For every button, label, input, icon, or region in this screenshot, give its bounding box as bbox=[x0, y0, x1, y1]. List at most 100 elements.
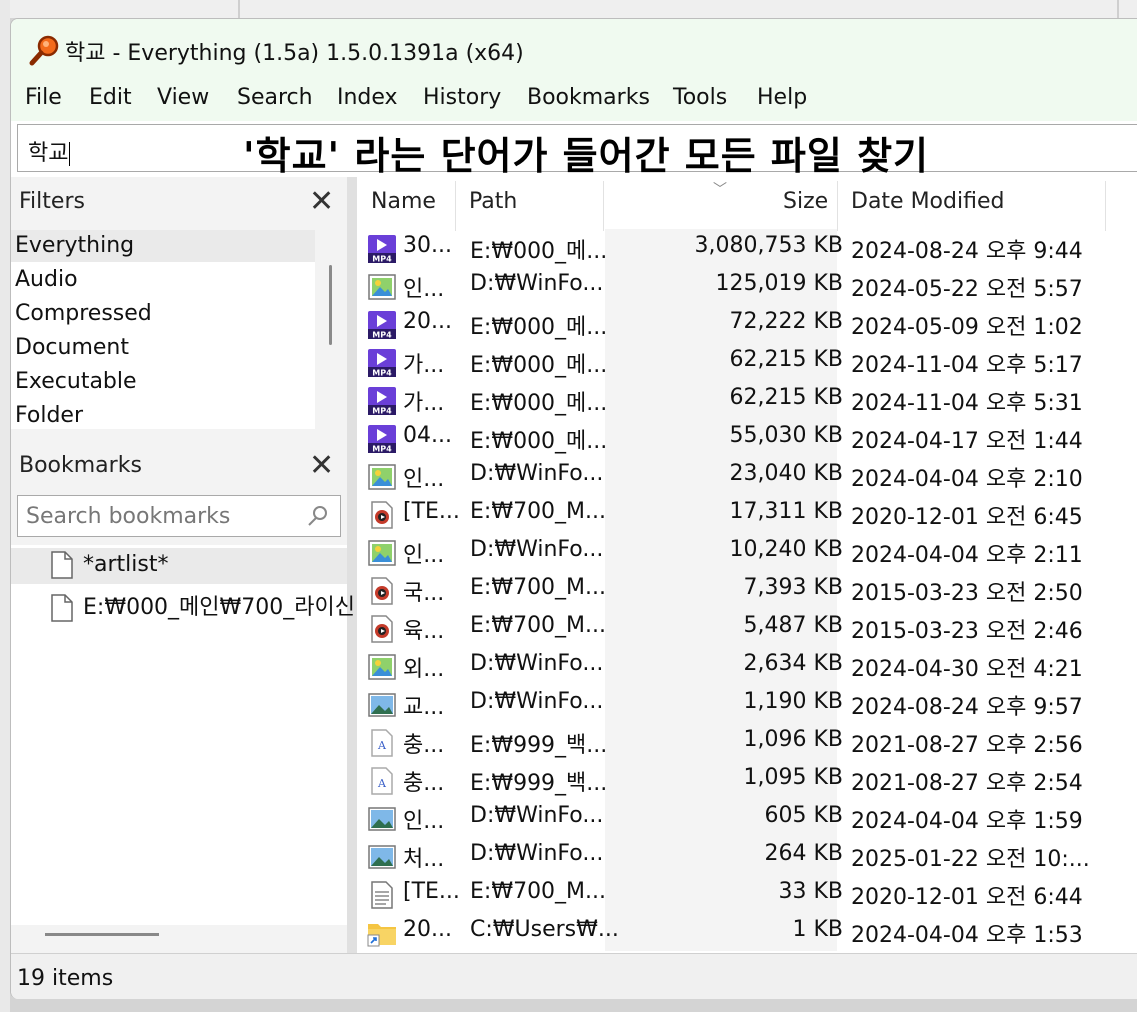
file-size: 17,311 KB bbox=[729, 499, 844, 524]
file-date-modified: 2024-05-22 오전 5:57 bbox=[851, 277, 1083, 302]
file-date-modified: 2021-08-27 오후 2:54 bbox=[851, 771, 1083, 796]
svg-text:A: A bbox=[377, 739, 387, 752]
table-row[interactable]: 외... D:₩WinFo... 2,634 KB 2024-04-30 오전 4:2… bbox=[357, 647, 1137, 685]
picture-icon bbox=[367, 842, 397, 872]
menu-bookmarks[interactable]: Bookmarks bbox=[527, 85, 650, 110]
file-name: 인... bbox=[403, 809, 445, 834]
text-caret bbox=[69, 142, 71, 166]
table-row[interactable]: 국... E:₩700_M... 7,393 KB 2015-03-23 오전 2:5… bbox=[357, 571, 1137, 609]
column-header-path[interactable]: Path bbox=[469, 189, 517, 214]
mp4-video-icon: MP4 bbox=[367, 234, 397, 264]
filter-folder[interactable]: Folder bbox=[15, 403, 83, 428]
column-separator[interactable] bbox=[1105, 181, 1106, 231]
magnifier-app-icon bbox=[29, 35, 59, 66]
filter-compressed[interactable]: Compressed bbox=[15, 301, 152, 326]
column-header-size[interactable]: Size bbox=[783, 189, 828, 214]
table-row[interactable]: [TE... E:₩700_M... 33 KB 2020-12-01 오전 6:44 bbox=[357, 875, 1137, 913]
table-row[interactable]: MP4 가... E:₩000_메... 62,215 KB 2024-11-04 오후… bbox=[357, 343, 1137, 381]
file-date-modified: 2025-01-22 오전 10:... bbox=[851, 847, 1090, 872]
file-name: 충... bbox=[403, 771, 445, 796]
table-row[interactable]: [TE... E:₩700_M... 17,311 KB 2020-12-01 오전 … bbox=[357, 495, 1137, 533]
text-file-icon bbox=[367, 880, 397, 910]
svg-text:MP4: MP4 bbox=[372, 369, 392, 378]
file-size: 1,095 KB bbox=[743, 765, 844, 790]
table-row[interactable]: A 충... E:₩999_백... 1,096 KB 2021-08-27 오후 2:… bbox=[357, 723, 1137, 761]
svg-text:MP4: MP4 bbox=[372, 407, 392, 416]
file-date-modified: 2024-05-09 오전 1:02 bbox=[851, 315, 1083, 340]
font-icon: A bbox=[367, 728, 397, 758]
file-date-modified: 2020-12-01 오전 6:45 bbox=[851, 505, 1083, 530]
table-row[interactable]: 인... D:₩WinFo... 605 KB 2024-04-04 오후 1:59 bbox=[357, 799, 1137, 837]
table-row[interactable]: 처... D:₩WinFo... 264 KB 2025-01-22 오전 10:..… bbox=[357, 837, 1137, 875]
pane-splitter[interactable] bbox=[347, 177, 357, 953]
table-row[interactable]: MP4 30... E:₩000_메... 3,080,753 KB 2024-08-2… bbox=[357, 229, 1137, 267]
close-filters-icon[interactable]: ✕ bbox=[309, 187, 334, 217]
media-icon bbox=[367, 576, 397, 606]
file-name: 처... bbox=[403, 847, 445, 872]
table-row[interactable]: MP4 가... E:₩000_메... 62,215 KB 2024-11-04 오후… bbox=[357, 381, 1137, 419]
column-separator[interactable] bbox=[603, 181, 604, 231]
table-row[interactable]: MP4 20... E:₩000_메... 72,222 KB 2024-05-09 오… bbox=[357, 305, 1137, 343]
file-size: 72,222 KB bbox=[729, 309, 844, 334]
filter-document[interactable]: Document bbox=[15, 335, 129, 360]
bookmark-search-input[interactable] bbox=[18, 496, 298, 536]
file-date-modified: 2015-03-23 오전 2:46 bbox=[851, 619, 1083, 644]
column-separator[interactable] bbox=[455, 181, 456, 231]
file-path: E:₩700_M... bbox=[470, 575, 607, 600]
file-name: 인... bbox=[403, 543, 445, 568]
column-header-name[interactable]: Name bbox=[371, 189, 436, 214]
filter-executable[interactable]: Executable bbox=[15, 369, 137, 394]
file-size: 1,190 KB bbox=[743, 689, 844, 714]
file-name: 20... bbox=[403, 309, 452, 334]
table-row[interactable]: 인... D:₩WinFo... 125,019 KB 2024-05-22 오전 5… bbox=[357, 267, 1137, 305]
table-row[interactable]: 육... E:₩700_M... 5,487 KB 2015-03-23 오전 2:4… bbox=[357, 609, 1137, 647]
file-date-modified: 2024-04-04 오후 2:10 bbox=[851, 467, 1083, 492]
file-name: 국... bbox=[403, 581, 445, 606]
menu-search[interactable]: Search bbox=[237, 85, 313, 110]
document-icon bbox=[51, 594, 73, 622]
everything-window: 학교 - Everything (1.5a) 1.5.0.1391a (x64)… bbox=[10, 18, 1137, 999]
filter-everything[interactable]: Everything bbox=[15, 233, 134, 258]
file-date-modified: 2024-11-04 오후 5:31 bbox=[851, 391, 1083, 416]
file-size: 55,030 KB bbox=[729, 423, 844, 448]
filters-scrollbar[interactable] bbox=[329, 265, 332, 345]
font-icon: A bbox=[367, 766, 397, 796]
file-date-modified: 2024-04-04 오후 1:53 bbox=[851, 923, 1083, 948]
filter-audio[interactable]: Audio bbox=[15, 267, 78, 292]
bookmark-item[interactable]: *artlist* bbox=[51, 551, 168, 579]
column-separator[interactable] bbox=[837, 181, 838, 231]
window-title: 학교 - Everything (1.5a) 1.5.0.1391a (x64) bbox=[65, 41, 524, 66]
image-icon bbox=[367, 462, 397, 492]
menu-edit[interactable]: Edit bbox=[89, 85, 132, 110]
bookmark-item[interactable]: E:₩000_메인₩700_라이신 bbox=[51, 589, 355, 622]
sidebar-resize-handle[interactable] bbox=[45, 933, 159, 936]
file-size: 1 KB bbox=[792, 917, 843, 942]
file-size: 62,215 KB bbox=[729, 385, 844, 410]
menu-index[interactable]: Index bbox=[337, 85, 398, 110]
title-bar[interactable]: 학교 - Everything (1.5a) 1.5.0.1391a (x64) bbox=[11, 19, 1137, 77]
table-row[interactable]: 인... D:₩WinFo... 23,040 KB 2024-04-04 오후 2:… bbox=[357, 457, 1137, 495]
menu-help[interactable]: Help bbox=[757, 85, 807, 110]
search-icon[interactable] bbox=[306, 504, 330, 528]
column-header-date-modified[interactable]: Date Modified bbox=[851, 189, 1004, 214]
file-name: 인... bbox=[403, 467, 445, 492]
file-name: 육... bbox=[403, 619, 445, 644]
menu-view[interactable]: View bbox=[157, 85, 209, 110]
table-row[interactable]: 인... D:₩WinFo... 10,240 KB 2024-04-04 오후 2:… bbox=[357, 533, 1137, 571]
annotation-caption: '학교' 라는 단어가 들어간 모든 파일 찾기 bbox=[243, 134, 930, 178]
table-row[interactable]: A 충... E:₩999_백... 1,095 KB 2021-08-27 오후 2:… bbox=[357, 761, 1137, 799]
file-name: 외... bbox=[403, 657, 445, 682]
file-path: D:₩WinFo... bbox=[470, 841, 604, 866]
close-bookmarks-icon[interactable]: ✕ bbox=[309, 451, 334, 481]
menu-tools[interactable]: Tools bbox=[673, 85, 727, 110]
bookmark-search-field[interactable] bbox=[17, 495, 341, 537]
table-row[interactable]: MP4 04... E:₩000_메... 55,030 KB 2024-04-17 오… bbox=[357, 419, 1137, 457]
table-row[interactable]: 20... C:₩Users₩... 1 KB 2024-04-04 오후 1:53 bbox=[357, 913, 1137, 951]
menu-history[interactable]: History bbox=[423, 85, 501, 110]
file-size: 10,240 KB bbox=[729, 537, 844, 562]
file-date-modified: 2024-08-24 오후 9:44 bbox=[851, 239, 1083, 264]
menu-file[interactable]: File bbox=[25, 85, 62, 110]
background-divider bbox=[238, 0, 240, 18]
table-row[interactable]: 교... D:₩WinFo... 1,190 KB 2024-08-24 오후 9:5… bbox=[357, 685, 1137, 723]
file-size: 2,634 KB bbox=[743, 651, 844, 676]
